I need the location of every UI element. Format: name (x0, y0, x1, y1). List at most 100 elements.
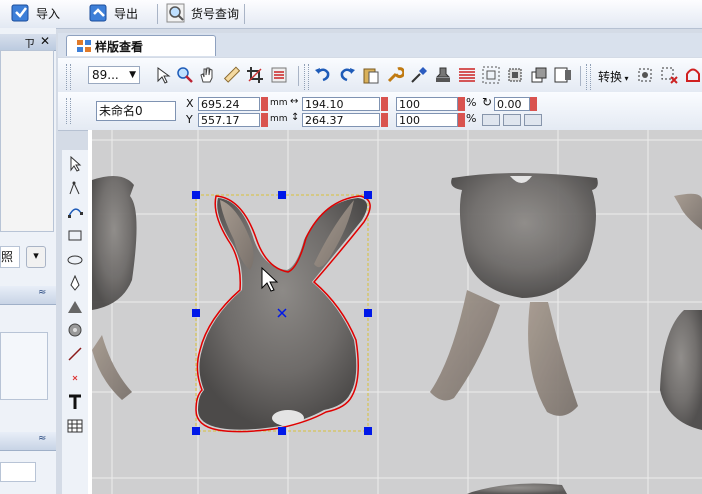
grid-icon (77, 40, 91, 52)
height-field[interactable]: 264.37 (302, 113, 380, 127)
y-spinner[interactable] (261, 113, 268, 127)
x-spinner[interactable] (261, 97, 268, 111)
node-edit-icon[interactable] (67, 180, 83, 196)
sku-query-button[interactable]: 货号查询 (165, 1, 239, 25)
x-field[interactable]: 695.24 (198, 97, 260, 111)
export-label: 导出 (114, 6, 139, 21)
export-icon (89, 4, 107, 22)
point-icon[interactable] (67, 370, 83, 386)
crop-icon[interactable] (246, 66, 264, 84)
handle-bottom-right (364, 427, 372, 435)
tab-title: 样版查看 (95, 39, 144, 54)
handle-top-center (278, 191, 286, 199)
toolbar-grip[interactable] (586, 64, 591, 90)
y-field[interactable]: 557.17 (198, 113, 260, 127)
document-tabstrip: 样版查看 (58, 33, 702, 57)
convert-dropdown[interactable]: 转换 ▾ (598, 68, 629, 85)
import-icon (11, 4, 29, 22)
stamp-icon[interactable] (434, 66, 452, 84)
rotation-value: 0.00 (497, 98, 522, 111)
undo-icon[interactable] (314, 66, 332, 84)
width-icon: ↔ (290, 96, 299, 107)
select-frame-icon[interactable] (506, 66, 524, 84)
section-content (0, 332, 48, 400)
fill-icon[interactable] (67, 322, 83, 338)
percent-label: % (466, 96, 477, 109)
window-icon[interactable] (554, 66, 572, 84)
ruler-icon[interactable] (222, 66, 240, 84)
x-label: X (186, 97, 194, 110)
text-icon[interactable] (67, 394, 83, 410)
toolbar-divider (298, 66, 299, 86)
width-field[interactable]: 194.10 (302, 97, 380, 111)
panel-input[interactable] (0, 462, 36, 482)
flip-horizontal-button[interactable] (482, 114, 500, 126)
handle-middle-right (364, 309, 372, 317)
layers-icon[interactable] (530, 66, 548, 84)
photo-button[interactable]: 照 (0, 246, 20, 268)
lock-ratio-button[interactable] (524, 114, 542, 126)
pointer-icon[interactable] (154, 66, 172, 84)
pin-icon[interactable]: ㄗ (24, 35, 35, 51)
scale-height-value: 100 (399, 114, 420, 127)
flip-vertical-button[interactable] (503, 114, 521, 126)
ellipse-icon[interactable] (67, 251, 83, 267)
outline-trace-icon[interactable] (684, 66, 702, 84)
node-delete-icon[interactable] (660, 66, 678, 84)
zoom-icon[interactable] (176, 66, 194, 84)
paste-icon[interactable] (362, 66, 380, 84)
distribute-icon[interactable] (482, 66, 500, 84)
import-button[interactable]: 导入 (10, 1, 60, 25)
tab-pattern-view[interactable]: 样版查看 (66, 35, 216, 56)
x-unit: mm (270, 98, 288, 108)
percent-label: % (466, 112, 477, 125)
close-icon[interactable]: ✕ (40, 34, 50, 48)
collapse-icon[interactable]: ≈ (38, 287, 46, 298)
height-icon: ↕ (291, 112, 300, 123)
toolbar-grip[interactable] (304, 64, 309, 90)
stripes-icon[interactable] (458, 66, 476, 84)
hand-icon[interactable] (198, 66, 216, 84)
photo-label: 照 (1, 250, 14, 264)
dropdown-button[interactable]: ▾ (26, 246, 46, 268)
table-icon[interactable] (67, 418, 83, 434)
width-value: 194.10 (305, 98, 344, 111)
scale-height-spinner[interactable] (458, 113, 465, 127)
section-header[interactable]: ≈ (0, 286, 56, 305)
redo-icon[interactable] (338, 66, 356, 84)
align-lines-icon[interactable] (270, 66, 288, 84)
line-icon[interactable] (67, 346, 83, 362)
y-label: Y (186, 113, 193, 126)
height-spinner[interactable] (381, 113, 388, 127)
rotation-spinner[interactable] (530, 97, 537, 111)
section-header[interactable]: ≈ (0, 432, 56, 451)
rotation-field[interactable]: 0.00 (494, 97, 530, 111)
handle-bottom-left (192, 427, 200, 435)
pen-icon[interactable] (67, 275, 83, 291)
sku-query-label: 货号查询 (191, 6, 240, 21)
zoom-select[interactable]: 89... ▼ (88, 66, 140, 84)
wrench-icon[interactable] (386, 66, 404, 84)
main-toolbar: 导入 导出 货号查询 (0, 0, 702, 29)
x-value: 695.24 (201, 98, 240, 111)
toolbar-grip[interactable] (66, 64, 71, 90)
eyedropper-icon[interactable] (410, 66, 428, 84)
scale-width-field[interactable]: 100 (396, 97, 458, 111)
pattern-canvas[interactable] (92, 130, 702, 494)
collapse-icon[interactable]: ≈ (38, 433, 46, 444)
node-select-icon[interactable] (636, 66, 654, 84)
export-button[interactable]: 导出 (88, 1, 138, 25)
width-spinner[interactable] (381, 97, 388, 111)
scale-width-value: 100 (399, 98, 420, 111)
handle-top-right (364, 191, 372, 199)
toolbar-grip[interactable] (66, 98, 71, 124)
scale-width-spinner[interactable] (458, 97, 465, 111)
rectangle-icon[interactable] (67, 227, 83, 243)
object-name-field[interactable]: 未命名0 (96, 101, 176, 121)
select-arrow-icon[interactable] (67, 156, 83, 172)
bezier-icon[interactable] (67, 203, 83, 219)
triangle-icon[interactable] (67, 299, 83, 315)
scale-height-field[interactable]: 100 (396, 113, 458, 127)
panel-header: ㄗ ✕ (0, 34, 56, 51)
object-name-value: 未命名0 (99, 104, 143, 118)
